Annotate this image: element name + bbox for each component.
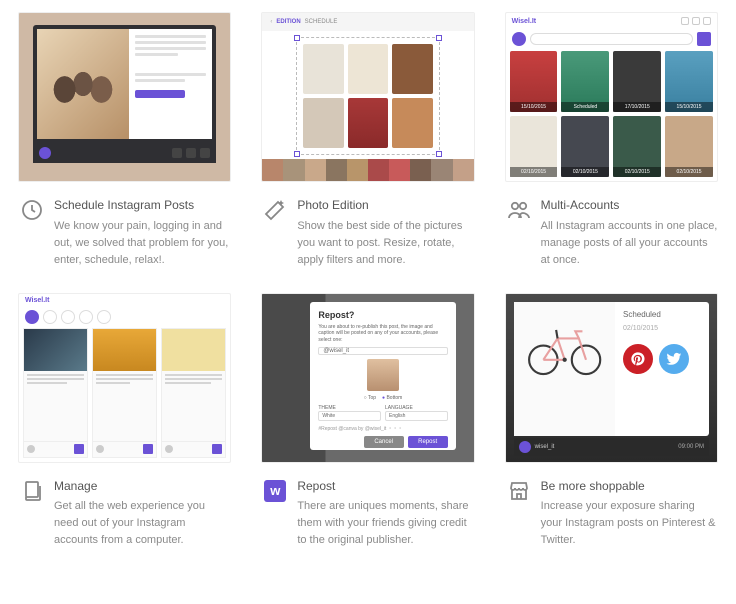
feature-card-multi: Wisel.It 15/10/2015 Scheduled 17/10/2015…	[505, 12, 718, 269]
pos-top-radio[interactable]: Top	[364, 395, 376, 401]
repost-button[interactable]: Repost	[408, 436, 448, 448]
feature-title: Repost	[297, 477, 474, 496]
feature-card-repost: Repost? You are about to re-publish this…	[261, 293, 474, 550]
cancel-button[interactable]: Cancel	[364, 436, 404, 448]
thumbnail-manage: Wisel.It	[18, 293, 231, 463]
document-stack-icon	[18, 477, 46, 505]
feature-card-schedule: Schedule Instagram Posts We know your pa…	[18, 12, 231, 269]
feature-title: Photo Edition	[297, 196, 474, 215]
account-select[interactable]: @wisel_it	[318, 347, 447, 355]
feature-desc: Increase your exposure sharing your Inst…	[541, 498, 718, 549]
users-icon	[505, 196, 533, 224]
feature-desc: We know your pain, logging in and out, w…	[54, 218, 231, 269]
thumbnail-editor: ‹ EDITION SCHEDULE	[261, 12, 474, 182]
feature-desc: Show the best side of the pictures you w…	[297, 218, 474, 269]
feature-desc: Get all the web experience you need out …	[54, 498, 231, 549]
thumbnail-shoppable: Scheduled 02/10/2015 wisel_it 09:00 PM	[505, 293, 718, 463]
bike-image	[514, 302, 615, 436]
date-label: 02/10/2015	[623, 325, 701, 332]
magic-wand-icon	[261, 196, 289, 224]
thumbnail-schedule	[18, 12, 231, 182]
feature-title: Schedule Instagram Posts	[54, 196, 231, 215]
features-grid: Schedule Instagram Posts We know your pa…	[18, 12, 718, 549]
pinterest-icon[interactable]	[623, 344, 653, 374]
pos-bottom-radio[interactable]: Bottom	[382, 395, 402, 401]
lang-select[interactable]: English	[385, 411, 448, 421]
shop-icon	[505, 477, 533, 505]
feature-desc: There are uniques moments, share them wi…	[297, 498, 474, 549]
feature-card-manage: Wisel.It Manage Get all the web experien…	[18, 293, 231, 550]
thumbnail-repost: Repost? You are about to re-publish this…	[261, 293, 474, 463]
repost-badge-icon: w	[261, 477, 289, 505]
status-label: Scheduled	[623, 310, 701, 319]
feature-title: Be more shoppable	[541, 477, 718, 496]
twitter-icon[interactable]	[659, 344, 689, 374]
theme-select[interactable]: White	[318, 411, 381, 421]
feature-desc: All Instagram accounts in one place, man…	[541, 218, 718, 269]
clock-icon	[18, 196, 46, 224]
modal-title: Repost?	[318, 310, 447, 320]
thumbnail-multi: Wisel.It 15/10/2015 Scheduled 17/10/2015…	[505, 12, 718, 182]
feature-title: Manage	[54, 477, 231, 496]
feature-title: Multi-Accounts	[541, 196, 718, 215]
feature-card-shoppable: Scheduled 02/10/2015 wisel_it 09:00 PM	[505, 293, 718, 550]
feature-card-photo: ‹ EDITION SCHEDULE Photo Edition Show th…	[261, 12, 474, 269]
